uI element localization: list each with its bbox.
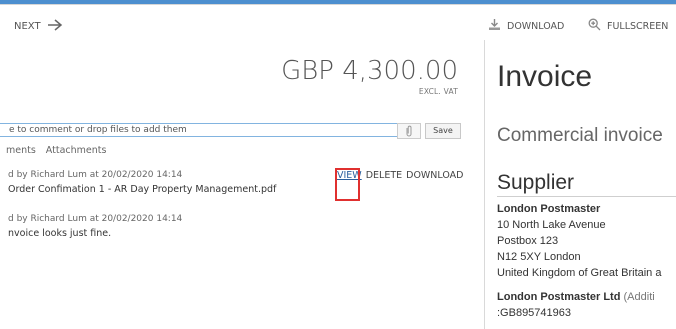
delete-link[interactable]: DELETE [366,170,402,181]
attachment-filename: Order Confimation 1 - AR Day Property Ma… [8,184,277,195]
top-divider [0,4,676,5]
panel-divider [484,40,485,329]
vat-note: EXCL. VAT [418,87,458,96]
address-line: United Kingdom of Great Britain a [497,267,662,279]
download-icon [488,18,501,34]
arrow-right-icon [47,19,63,34]
address-line: 10 North Lake Avenue [497,219,606,231]
next-label: NEXT [14,21,41,32]
address-line: Postbox 123 [497,235,559,247]
download-label: DOWNLOAD [507,20,565,32]
download-button[interactable]: DOWNLOAD [488,18,564,34]
supplier-legal-name: London Postmaster Ltd (Additi [497,291,655,303]
attach-button[interactable] [397,123,421,139]
activity-tabs: ments Attachments [6,145,116,156]
fullscreen-button[interactable]: FULLSCREEN [588,18,668,34]
next-button[interactable]: NEXT [14,19,63,34]
fullscreen-label: FULLSCREEN [607,20,669,32]
entry-meta: d by Richard Lum at 20/02/2020 14:14 [8,170,183,180]
supplier-heading: Supplier [497,171,575,194]
address-line: N12 5XY London [497,251,581,263]
legal-name: London Postmaster Ltd [497,291,621,303]
comment-input[interactable]: e to comment or drop files to add them [0,123,406,137]
comment-text: nvoice looks just fine. [8,228,112,239]
view-highlight-box [335,168,360,201]
entry-meta: d by Richard Lum at 20/02/2020 14:14 [8,214,183,224]
tab-comments[interactable]: ments [6,145,36,156]
download-link[interactable]: DOWNLOAD [406,170,463,181]
document-subtitle: Commercial invoice [497,125,663,146]
vat-number: :GB895741963 [497,307,572,319]
invoice-amount: GBP 4,300.00 [281,56,458,86]
supplier-divider [497,196,676,197]
paperclip-icon [404,122,414,141]
tab-attachments[interactable]: Attachments [46,145,107,156]
zoom-icon [588,18,601,34]
save-button[interactable]: Save [425,123,461,139]
document-title: Invoice [497,60,593,93]
legal-name-extra: (Additi [620,291,655,303]
supplier-name: London Postmaster [497,203,601,215]
